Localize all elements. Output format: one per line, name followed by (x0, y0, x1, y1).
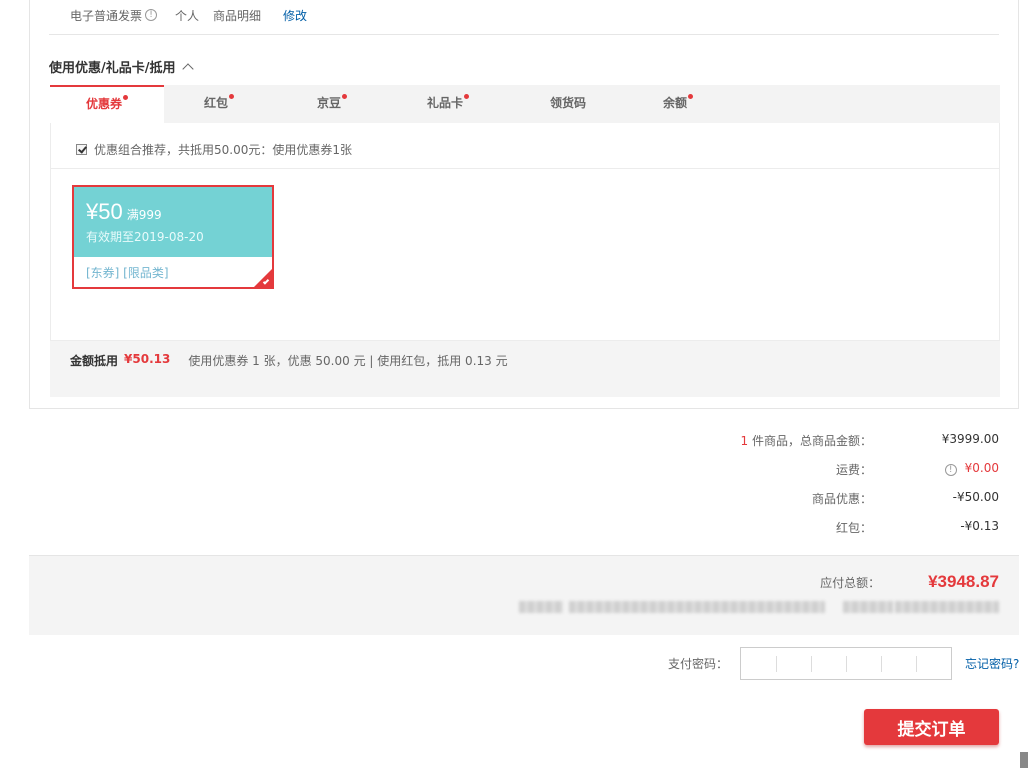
due-amount: ¥3948.87 (928, 572, 999, 591)
password-digit[interactable] (776, 648, 811, 679)
payment-password-row: 支付密码： 忘记密码? (668, 647, 1019, 680)
chevron-up-icon (181, 63, 194, 75)
tab-pickup-code[interactable]: 领货码 (506, 85, 630, 123)
blurred-phone (895, 601, 999, 613)
coupon-tags: [东券] [限品类] (86, 266, 169, 280)
shipping-row: 运费： ! ¥0.00 (672, 461, 999, 490)
items-total: ¥3999.00 (941, 432, 999, 446)
coupon-face: ¥50 满999 有效期至2019-08-20 (74, 187, 272, 257)
tab-label: 京豆 (316, 96, 341, 110)
tab-coupon[interactable]: 优惠券 (50, 85, 164, 123)
discount-section-title: 使用优惠/礼品卡/抵用 (49, 61, 176, 76)
password-digit[interactable] (741, 648, 776, 679)
coupon-panel: 优惠组合推荐，共抵用50.00元：使用优惠券1张 ¥50 满999 有效期至201… (50, 123, 1000, 341)
redpacket-value: -¥0.13 (960, 519, 999, 533)
invoice-content: 商品明细 (213, 8, 262, 23)
blurred-address (569, 601, 825, 613)
divider (49, 34, 999, 35)
password-digit[interactable] (811, 648, 846, 679)
order-totals: 1 件商品，总商品金额： ¥3999.00 运费： ! ¥0.00 商品优惠： -… (672, 432, 999, 548)
redpacket-label: 红包： (835, 521, 872, 535)
tab-label: 红包 (203, 96, 228, 110)
discount-value: -¥50.00 (952, 490, 999, 504)
invoice-edit-link[interactable]: 修改 (283, 7, 307, 24)
new-dot (688, 94, 693, 99)
scrollbar[interactable] (1020, 752, 1028, 768)
coupon-card[interactable]: ¥50 满999 有效期至2019-08-20 [东券] [限品类] (72, 185, 274, 289)
redpacket-row: 红包： -¥0.13 (672, 519, 999, 548)
new-dot (464, 94, 469, 99)
tab-balance[interactable]: 余额 (630, 85, 726, 123)
password-input[interactable] (740, 647, 953, 680)
discount-tabs: 优惠券 红包 京豆 礼品卡 领货码 余额 (50, 85, 1000, 123)
discount-label: 商品优惠： (811, 492, 872, 506)
selected-corner (254, 269, 272, 287)
new-dot (229, 94, 234, 99)
summary-detail: 使用优惠券 1 张，优惠 50.00 元 | 使用红包，抵用 0.13 元 (188, 354, 508, 368)
tab-giftcard[interactable]: 礼品卡 (390, 85, 506, 123)
tab-label: 礼品卡 (426, 96, 463, 110)
new-dot (123, 95, 128, 100)
divider (51, 168, 999, 169)
password-label: 支付密码： (668, 657, 729, 671)
tab-label: 优惠券 (85, 97, 122, 111)
submit-order-button[interactable]: 提交订单 (864, 709, 999, 745)
discount-section-toggle[interactable]: 使用优惠/礼品卡/抵用 (49, 57, 194, 76)
tab-label: 领货码 (549, 96, 586, 110)
tab-jingdou[interactable]: 京豆 (274, 85, 390, 123)
blurred-receiver (843, 601, 893, 613)
blurred-address (519, 601, 563, 613)
summary-amount: ¥50.13 (124, 352, 171, 366)
discount-row: 商品优惠： -¥50.00 (672, 490, 999, 519)
forgot-password-link[interactable]: 忘记密码? (965, 655, 1019, 672)
summary-label: 金额抵用 (70, 354, 119, 368)
invoice-title: 个人 (175, 8, 200, 23)
items-total-row: 1 件商品，总商品金额： ¥3999.00 (672, 432, 999, 461)
combo-recommend-text: 优惠组合推荐，共抵用50.00元：使用优惠券1张 (94, 143, 352, 157)
password-digit[interactable] (916, 648, 951, 679)
invoice-type: 电子普通发票 (70, 8, 143, 23)
items-label: 件商品，总商品金额： (748, 434, 872, 448)
payment-due-bar: 应付总额： ¥3948.87 (29, 555, 1019, 635)
password-digit[interactable] (846, 648, 881, 679)
invoice-info: 电子普通发票 ! 个人 商品明细 修改 (70, 7, 307, 23)
coupon-validity: 有效期至2019-08-20 (86, 230, 204, 244)
shipping-value: ¥0.00 (964, 461, 999, 475)
tab-redpacket[interactable]: 红包 (164, 85, 274, 123)
tab-label: 余额 (662, 96, 687, 110)
coupon-condition: 满999 (126, 208, 162, 222)
password-digit[interactable] (881, 648, 916, 679)
info-icon[interactable]: ! (145, 9, 158, 21)
shipping-label: 运费： (835, 463, 872, 477)
discount-summary: 金额抵用 ¥50.13 使用优惠券 1 张，优惠 50.00 元 | 使用红包，… (50, 341, 1000, 397)
combo-recommend[interactable]: 优惠组合推荐，共抵用50.00元：使用优惠券1张 (76, 141, 352, 158)
info-icon[interactable]: ! (944, 464, 957, 476)
combo-checkbox[interactable] (76, 144, 87, 155)
coupon-amount: ¥50 (86, 199, 123, 224)
new-dot (342, 94, 347, 99)
due-label: 应付总额： (820, 575, 881, 590)
